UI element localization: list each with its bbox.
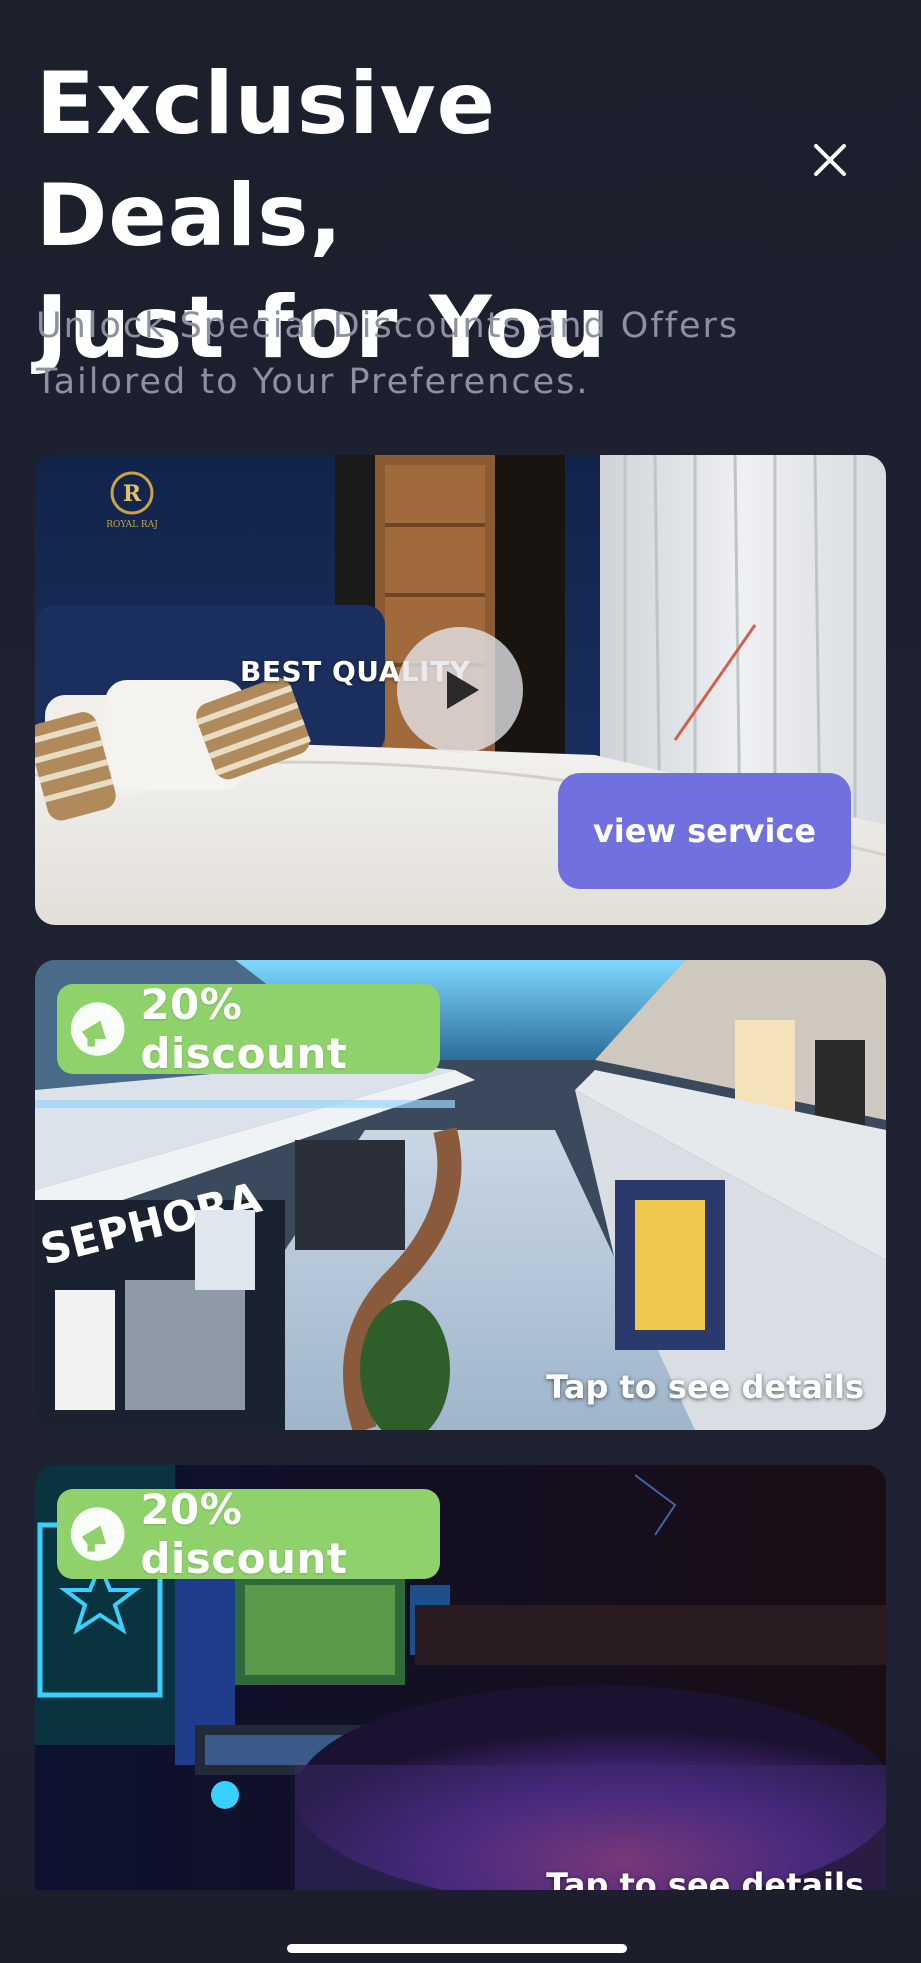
view-service-button[interactable]: view service [558,773,851,889]
play-button[interactable] [397,627,523,753]
page-subtitle: Unlock Special Discounts and Offers Tail… [36,306,740,402]
home-indicator[interactable] [287,1944,627,1953]
tap-details-text[interactable]: Tap to see details [546,1866,864,1890]
discount-badge-label: 20% discount [140,980,348,1078]
title-line-1: Exclusive Deals, [36,54,496,266]
close-icon [814,144,846,176]
deals-screen: Exclusive Deals, Just for You Unlock Spe… [0,0,921,1963]
deal-card-arena[interactable]: 20% discount Tap to see details [35,1465,886,1890]
close-button[interactable] [800,130,860,190]
deal-card-hotel[interactable]: R ROYAL RAJ BEST QUALITY view service [35,455,886,925]
deal-card-mall[interactable]: SEPHORA 20% discount Tap to see details [35,960,886,1430]
discount-badge: 20% discount [57,980,440,1078]
svg-text:R: R [123,481,142,507]
discount-badge: 20% discount [57,1485,440,1583]
logo-text: ROYAL RAJ [106,520,158,530]
tap-details-text[interactable]: Tap to see details [546,1368,864,1406]
discount-badge-label: 20% discount [140,1485,348,1583]
royal-raj-logo: R ROYAL RAJ [106,471,158,530]
play-icon [447,671,479,709]
megaphone-icon [70,1507,125,1561]
megaphone-icon [70,1002,125,1056]
